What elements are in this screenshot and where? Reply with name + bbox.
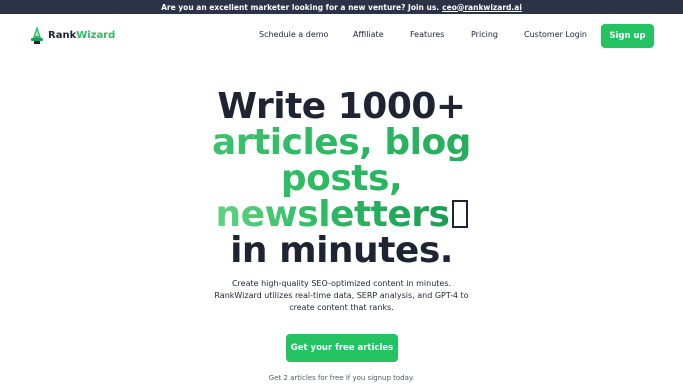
typing-cursor-icon: [451, 200, 468, 228]
hero-line-4-row: newsletters: [0, 197, 683, 233]
nav-schedule-demo[interactable]: Schedule a demo: [259, 30, 328, 39]
nav-customer-login[interactable]: Customer Login: [524, 30, 587, 39]
announcement-bar: Are you an excellent marketer looking fo…: [0, 0, 683, 14]
subtitle-line-2: RankWizard utilizes real-time data, SERP…: [214, 291, 469, 300]
subtitle-line-3: create content that ranks.: [289, 303, 394, 312]
nav-links: Schedule a demo Affiliate Features Prici…: [0, 30, 683, 44]
subtitle-line-1: Create high-quality SEO-optimized conten…: [231, 279, 452, 288]
nav-affiliate[interactable]: Affiliate: [353, 30, 384, 39]
nav-features[interactable]: Features: [410, 30, 444, 39]
hero-headline: Write 1000+ articles, blog posts, newsle…: [0, 89, 683, 269]
hero-line-5: in minutes.: [230, 230, 453, 271]
hero-subtitle: Create high-quality SEO-optimized conten…: [0, 278, 683, 314]
hero-line-2: articles, blog: [0, 125, 683, 161]
hero-line-4: newsletters: [215, 194, 450, 235]
hero-line-3: posts,: [0, 161, 683, 197]
get-free-articles-button[interactable]: Get your free articles: [286, 334, 398, 362]
nav-pricing[interactable]: Pricing: [471, 30, 498, 39]
footnote: Get 2 articles for free if you signup to…: [268, 374, 415, 382]
announcement-email-link[interactable]: ceo@rankwizard.ai: [442, 3, 522, 12]
hero-line-1: Write 1000+: [217, 86, 466, 127]
signup-button[interactable]: Sign up: [601, 24, 654, 48]
navbar: RankWizard Schedule a demo Affiliate Fea…: [0, 14, 683, 60]
announcement-text: Are you an excellent marketer looking fo…: [161, 2, 440, 12]
